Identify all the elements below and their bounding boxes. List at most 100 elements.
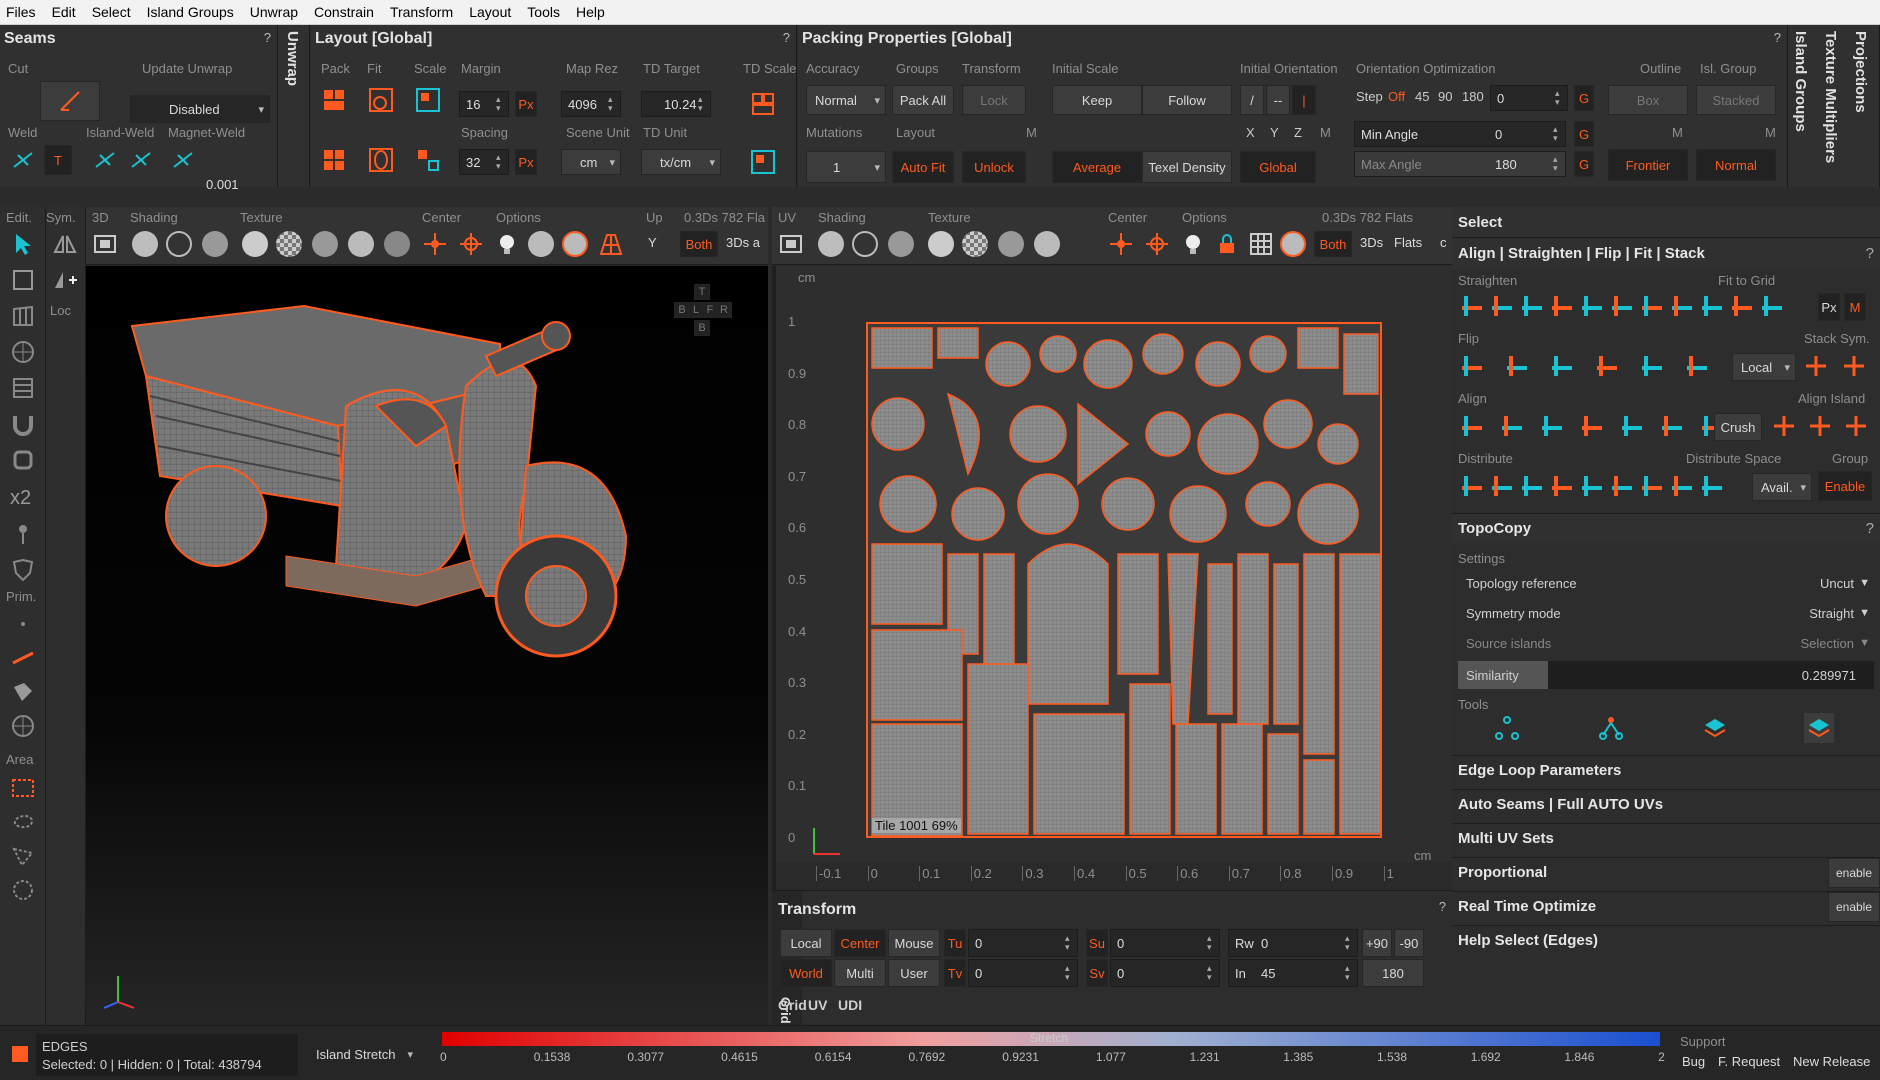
menu-edit[interactable]: Edit: [52, 4, 76, 20]
face-mode[interactable]: [8, 677, 38, 707]
straighten-tool[interactable]: [1728, 292, 1758, 322]
normal-button[interactable]: Normal: [1696, 149, 1776, 181]
world-button[interactable]: World: [780, 959, 832, 987]
menu-transform[interactable]: Transform: [390, 4, 453, 20]
distribute-tool[interactable]: [1458, 472, 1488, 502]
rotate-180-button[interactable]: 180: [1362, 959, 1424, 987]
scale-alt-button[interactable]: [413, 145, 443, 175]
td-apply-button[interactable]: [748, 147, 778, 177]
mutations-dropdown[interactable]: 1: [806, 151, 886, 183]
straighten-tool[interactable]: [1668, 292, 1698, 322]
uv-3ds-button[interactable]: 3Ds: [1360, 235, 1383, 250]
uv-texture-grid[interactable]: [998, 231, 1024, 257]
lock-button[interactable]: Lock: [962, 85, 1026, 115]
crush-button[interactable]: Crush: [1714, 413, 1762, 441]
scene-unit-dropdown[interactable]: cm: [561, 149, 621, 175]
rect-select-mode[interactable]: [8, 773, 38, 803]
topology-ref-row[interactable]: Topology reference Uncut ▼: [1458, 569, 1874, 597]
straighten-tool[interactable]: [1698, 292, 1728, 322]
td-target-input[interactable]: 10.24: [641, 91, 711, 117]
straighten-tool[interactable]: [1758, 292, 1788, 322]
fit-grid-m[interactable]: M: [1844, 293, 1866, 321]
cube-tool[interactable]: [8, 445, 38, 475]
map-rez-input[interactable]: 4096: [561, 91, 621, 117]
option-ellipse-button[interactable]: [528, 231, 554, 257]
option-sphere-button[interactable]: [562, 231, 588, 257]
frame-button[interactable]: [90, 229, 120, 259]
uv-light-button[interactable]: [1178, 229, 1208, 259]
straighten-tool[interactable]: [1518, 292, 1548, 322]
flip-tool[interactable]: [1458, 352, 1488, 382]
align-tool[interactable]: [1618, 412, 1648, 442]
select-header[interactable]: Select: [1452, 207, 1880, 237]
symmetry-mode-row[interactable]: Symmetry mode Straight ▼: [1458, 599, 1874, 627]
transform-help[interactable]: ?: [1439, 899, 1446, 914]
menu-constrain[interactable]: Constrain: [314, 4, 374, 20]
menu-help[interactable]: Help: [576, 4, 605, 20]
option-grid-button[interactable]: [596, 229, 626, 259]
vertex-mode[interactable]: [8, 609, 38, 639]
topocopy-tool-2[interactable]: [1596, 713, 1626, 743]
auto-seams-header[interactable]: Auto Seams | Full AUTO UVs: [1452, 789, 1880, 819]
proportional-enable[interactable]: enable: [1828, 858, 1880, 888]
align-island-1-button[interactable]: [1770, 412, 1800, 442]
straighten-tool[interactable]: [1548, 292, 1578, 322]
uv-flats-button[interactable]: Flats: [1394, 235, 1422, 250]
orient-dash-button[interactable]: --: [1266, 85, 1290, 115]
magnet-weld-button[interactable]: [168, 145, 198, 175]
rw-input[interactable]: Rw 0: [1228, 929, 1358, 957]
topocopy-tool-4[interactable]: [1804, 713, 1834, 743]
orient-y[interactable]: Y: [1270, 125, 1279, 140]
island-groups-tab[interactable]: Island Groups: [1792, 31, 1809, 132]
stack-sym-left-button[interactable]: [1802, 352, 1832, 382]
global-button[interactable]: Global: [1240, 151, 1316, 183]
center-pivot-button[interactable]: [420, 229, 450, 259]
min-angle-g-button[interactable]: G: [1574, 121, 1594, 147]
su-input[interactable]: 0: [1110, 929, 1220, 957]
orient-slash-button[interactable]: /: [1240, 85, 1264, 115]
uv-tile[interactable]: Tile 1001 69%: [866, 322, 1382, 838]
stack-sym-right-button[interactable]: [1840, 352, 1870, 382]
orient-x[interactable]: X: [1246, 125, 1255, 140]
multi-button[interactable]: Multi: [834, 959, 886, 987]
texel-density-button[interactable]: Texel Density: [1142, 151, 1232, 183]
spacing-px-button[interactable]: Px: [515, 149, 537, 175]
topocopy-tool-1[interactable]: [1492, 713, 1522, 743]
max-angle-g-button[interactable]: G: [1574, 151, 1594, 177]
uv-shade-mixed[interactable]: [888, 231, 914, 257]
uv-grid-button[interactable]: [1246, 229, 1276, 259]
tv-button[interactable]: Tv: [944, 959, 966, 987]
texture-checker-button[interactable]: [276, 231, 302, 257]
step-90[interactable]: 90: [1438, 89, 1452, 104]
menu-layout[interactable]: Layout: [469, 4, 511, 20]
flip-space-dropdown[interactable]: Local: [1732, 353, 1796, 381]
source-islands-row[interactable]: Source islands Selection ▼: [1458, 629, 1874, 657]
viewport-uv[interactable]: cm 1 0.9 0.8 0.7 0.6 0.5 0.4 0.3 0.2 0.1 0 Tile 10…: [772, 266, 1452, 890]
menu-tools[interactable]: Tools: [527, 4, 560, 20]
layout-help[interactable]: ?: [783, 30, 790, 45]
auto-fit-button[interactable]: Auto Fit: [892, 151, 954, 183]
pack-all-button[interactable]: Pack All: [892, 85, 954, 115]
select-tool[interactable]: [8, 229, 38, 259]
average-button[interactable]: Average: [1052, 151, 1142, 183]
su-button[interactable]: Su: [1086, 929, 1108, 957]
step-g-button[interactable]: G: [1574, 85, 1594, 111]
seams-help[interactable]: ?: [264, 30, 271, 45]
distribute-tool[interactable]: [1488, 472, 1518, 502]
texture-lit-button[interactable]: [348, 231, 374, 257]
menu-unwrap[interactable]: Unwrap: [250, 4, 298, 20]
cut-button[interactable]: [40, 81, 100, 121]
flip-tool[interactable]: [1683, 352, 1713, 382]
topocopy-header[interactable]: TopoCopy?: [1452, 513, 1880, 543]
distribute-tool[interactable]: [1578, 472, 1608, 502]
straighten-tool[interactable]: [1488, 292, 1518, 322]
similarity-slider[interactable]: Similarity 0.289971: [1458, 661, 1874, 689]
fit-button[interactable]: [366, 85, 396, 115]
menu-island-groups[interactable]: Island Groups: [147, 4, 234, 20]
rotate-minus90-button[interactable]: -90: [1394, 929, 1424, 957]
sv-button[interactable]: Sv: [1086, 959, 1108, 987]
distribute-space-dropdown[interactable]: Avail.: [1752, 473, 1812, 501]
update-unwrap-dropdown[interactable]: Disabled: [130, 95, 270, 123]
accuracy-dropdown[interactable]: Normal: [806, 85, 886, 115]
unlock-button[interactable]: Unlock: [962, 151, 1026, 183]
